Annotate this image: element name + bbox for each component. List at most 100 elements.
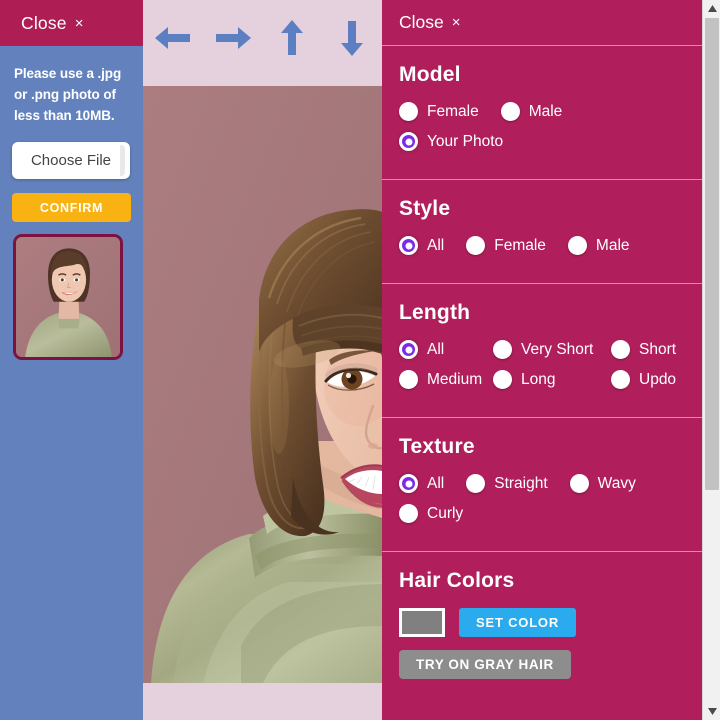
radio-icon (611, 370, 630, 389)
radio-option-length-short[interactable]: Short (611, 340, 685, 359)
thumbnail-wrap (0, 222, 143, 360)
section-hair-colors: Hair Colors SET COLOR TRY ON GRAY HAIR (382, 552, 702, 696)
upload-hint-text: Please use a .jpg or .png photo of less … (14, 66, 122, 123)
radio-option-style-male[interactable]: Male (567, 236, 630, 255)
scroll-down-button[interactable] (703, 703, 720, 720)
section-title-hair-colors: Hair Colors (399, 569, 515, 592)
radio-icon-selected (399, 340, 418, 359)
radio-option-length-long[interactable]: Long (493, 370, 611, 389)
upload-sidebar: Close × Please use a .jpg or .png photo … (0, 0, 143, 720)
model-options: Female Male Your Photo (399, 102, 685, 162)
radio-label: Medium (427, 370, 483, 388)
radio-icon (569, 474, 589, 493)
texture-options: All Straight Wavy Curly (399, 474, 685, 534)
radio-label: Very Short (521, 340, 594, 358)
radio-option-style-all[interactable]: All (399, 236, 444, 255)
panel-close-label: Close (399, 12, 444, 32)
try-on-gray-hair-button[interactable]: TRY ON GRAY HAIR (399, 650, 571, 679)
radio-option-length-updo[interactable]: Updo (611, 370, 685, 389)
uploaded-photo-thumbnail[interactable] (13, 234, 123, 360)
panel-scrollbar[interactable] (702, 0, 720, 720)
radio-option-texture-wavy[interactable]: Wavy (569, 474, 636, 493)
radio-label: Female (494, 236, 546, 254)
radio-label: All (427, 340, 445, 358)
upload-close-button[interactable]: Close × (0, 0, 143, 46)
thumbnail-image (16, 237, 120, 357)
model-photo[interactable] (143, 86, 382, 683)
radio-icon (399, 370, 418, 389)
radio-label: Long (521, 370, 556, 388)
radio-option-texture-curly[interactable]: Curly (399, 504, 685, 523)
radio-icon (567, 236, 587, 255)
photo-stage (143, 0, 382, 720)
radio-label: Updo (639, 370, 677, 388)
model-photo-image (143, 86, 382, 683)
section-style: Style All Female Male (382, 180, 702, 284)
arrow-up-button[interactable] (263, 16, 323, 60)
section-title-style: Style (399, 197, 451, 220)
scroll-up-button[interactable] (703, 0, 720, 17)
radio-option-model-your-photo[interactable]: Your Photo (399, 132, 503, 151)
arrow-left-icon (154, 27, 190, 49)
radio-label: Wavy (597, 474, 636, 492)
radio-option-length-very-short[interactable]: Very Short (493, 340, 611, 359)
file-row: Choose File (0, 126, 143, 179)
section-title-texture: Texture (399, 435, 475, 458)
arrow-right-icon (215, 27, 251, 49)
section-model: Model Female Male Your Photo (382, 46, 702, 180)
confirm-button[interactable]: CONFIRM (12, 193, 131, 222)
radio-label: Male (528, 102, 563, 120)
arrow-left-button[interactable] (143, 16, 203, 60)
length-options: All Very Short Short Medium Long Updo (399, 340, 685, 400)
radio-option-texture-straight[interactable]: Straight (466, 474, 548, 493)
section-title-model: Model (399, 63, 461, 86)
choose-file-label: Choose File (30, 152, 112, 169)
section-length: Length All Very Short Short Medium Long … (382, 284, 702, 418)
radio-icon (466, 236, 486, 255)
close-icon: × (74, 14, 84, 32)
radio-option-texture-all[interactable]: All (399, 474, 444, 493)
radio-label: Your Photo (427, 132, 504, 150)
radio-icon (399, 504, 418, 523)
radio-label: Straight (494, 474, 548, 492)
radio-label: All (427, 236, 445, 254)
stage-footer (143, 683, 382, 720)
radio-label: Curly (427, 504, 464, 522)
arrow-right-button[interactable] (203, 16, 263, 60)
confirm-row: CONFIRM (0, 179, 143, 222)
radio-label: All (427, 474, 445, 492)
hair-color-row: SET COLOR (399, 608, 685, 637)
radio-option-style-female[interactable]: Female (466, 236, 546, 255)
radio-icon-selected (399, 474, 418, 493)
radio-icon (466, 474, 486, 493)
upload-close-label: Close (21, 12, 67, 33)
style-options: All Female Male (399, 236, 685, 266)
radio-icon (493, 340, 512, 359)
radio-icon-selected (399, 132, 418, 151)
set-color-button[interactable]: SET COLOR (459, 608, 577, 637)
panel-close-button[interactable]: Close × (382, 0, 702, 46)
close-icon: × (451, 14, 461, 31)
radio-option-length-all[interactable]: All (399, 340, 493, 359)
radio-icon-selected (399, 236, 418, 255)
section-texture: Texture All Straight Wavy Curly (382, 418, 702, 552)
radio-icon (493, 370, 512, 389)
arrow-down-icon (341, 21, 364, 56)
chevron-down-icon (707, 708, 717, 715)
chevron-up-icon (707, 5, 717, 12)
scrollbar-thumb[interactable] (705, 18, 719, 490)
arrow-down-button[interactable] (322, 16, 382, 60)
radio-label: Female (427, 102, 479, 120)
choose-file-button[interactable]: Choose File (12, 142, 130, 179)
options-panel-inner: Close × Model Female Male Your Photo Sty… (382, 0, 702, 720)
section-title-length: Length (399, 301, 471, 324)
radio-icon (611, 340, 630, 359)
radio-label: Male (595, 236, 630, 254)
radio-option-model-female[interactable]: Female (399, 102, 479, 121)
radio-option-length-medium[interactable]: Medium (399, 370, 493, 389)
hair-color-swatch[interactable] (399, 608, 445, 637)
radio-option-model-male[interactable]: Male (500, 102, 563, 121)
radio-icon (399, 102, 418, 121)
options-panel: Close × Model Female Male Your Photo Sty… (382, 0, 720, 720)
hairstyle-try-on-app: Close × Please use a .jpg or .png photo … (0, 0, 720, 720)
